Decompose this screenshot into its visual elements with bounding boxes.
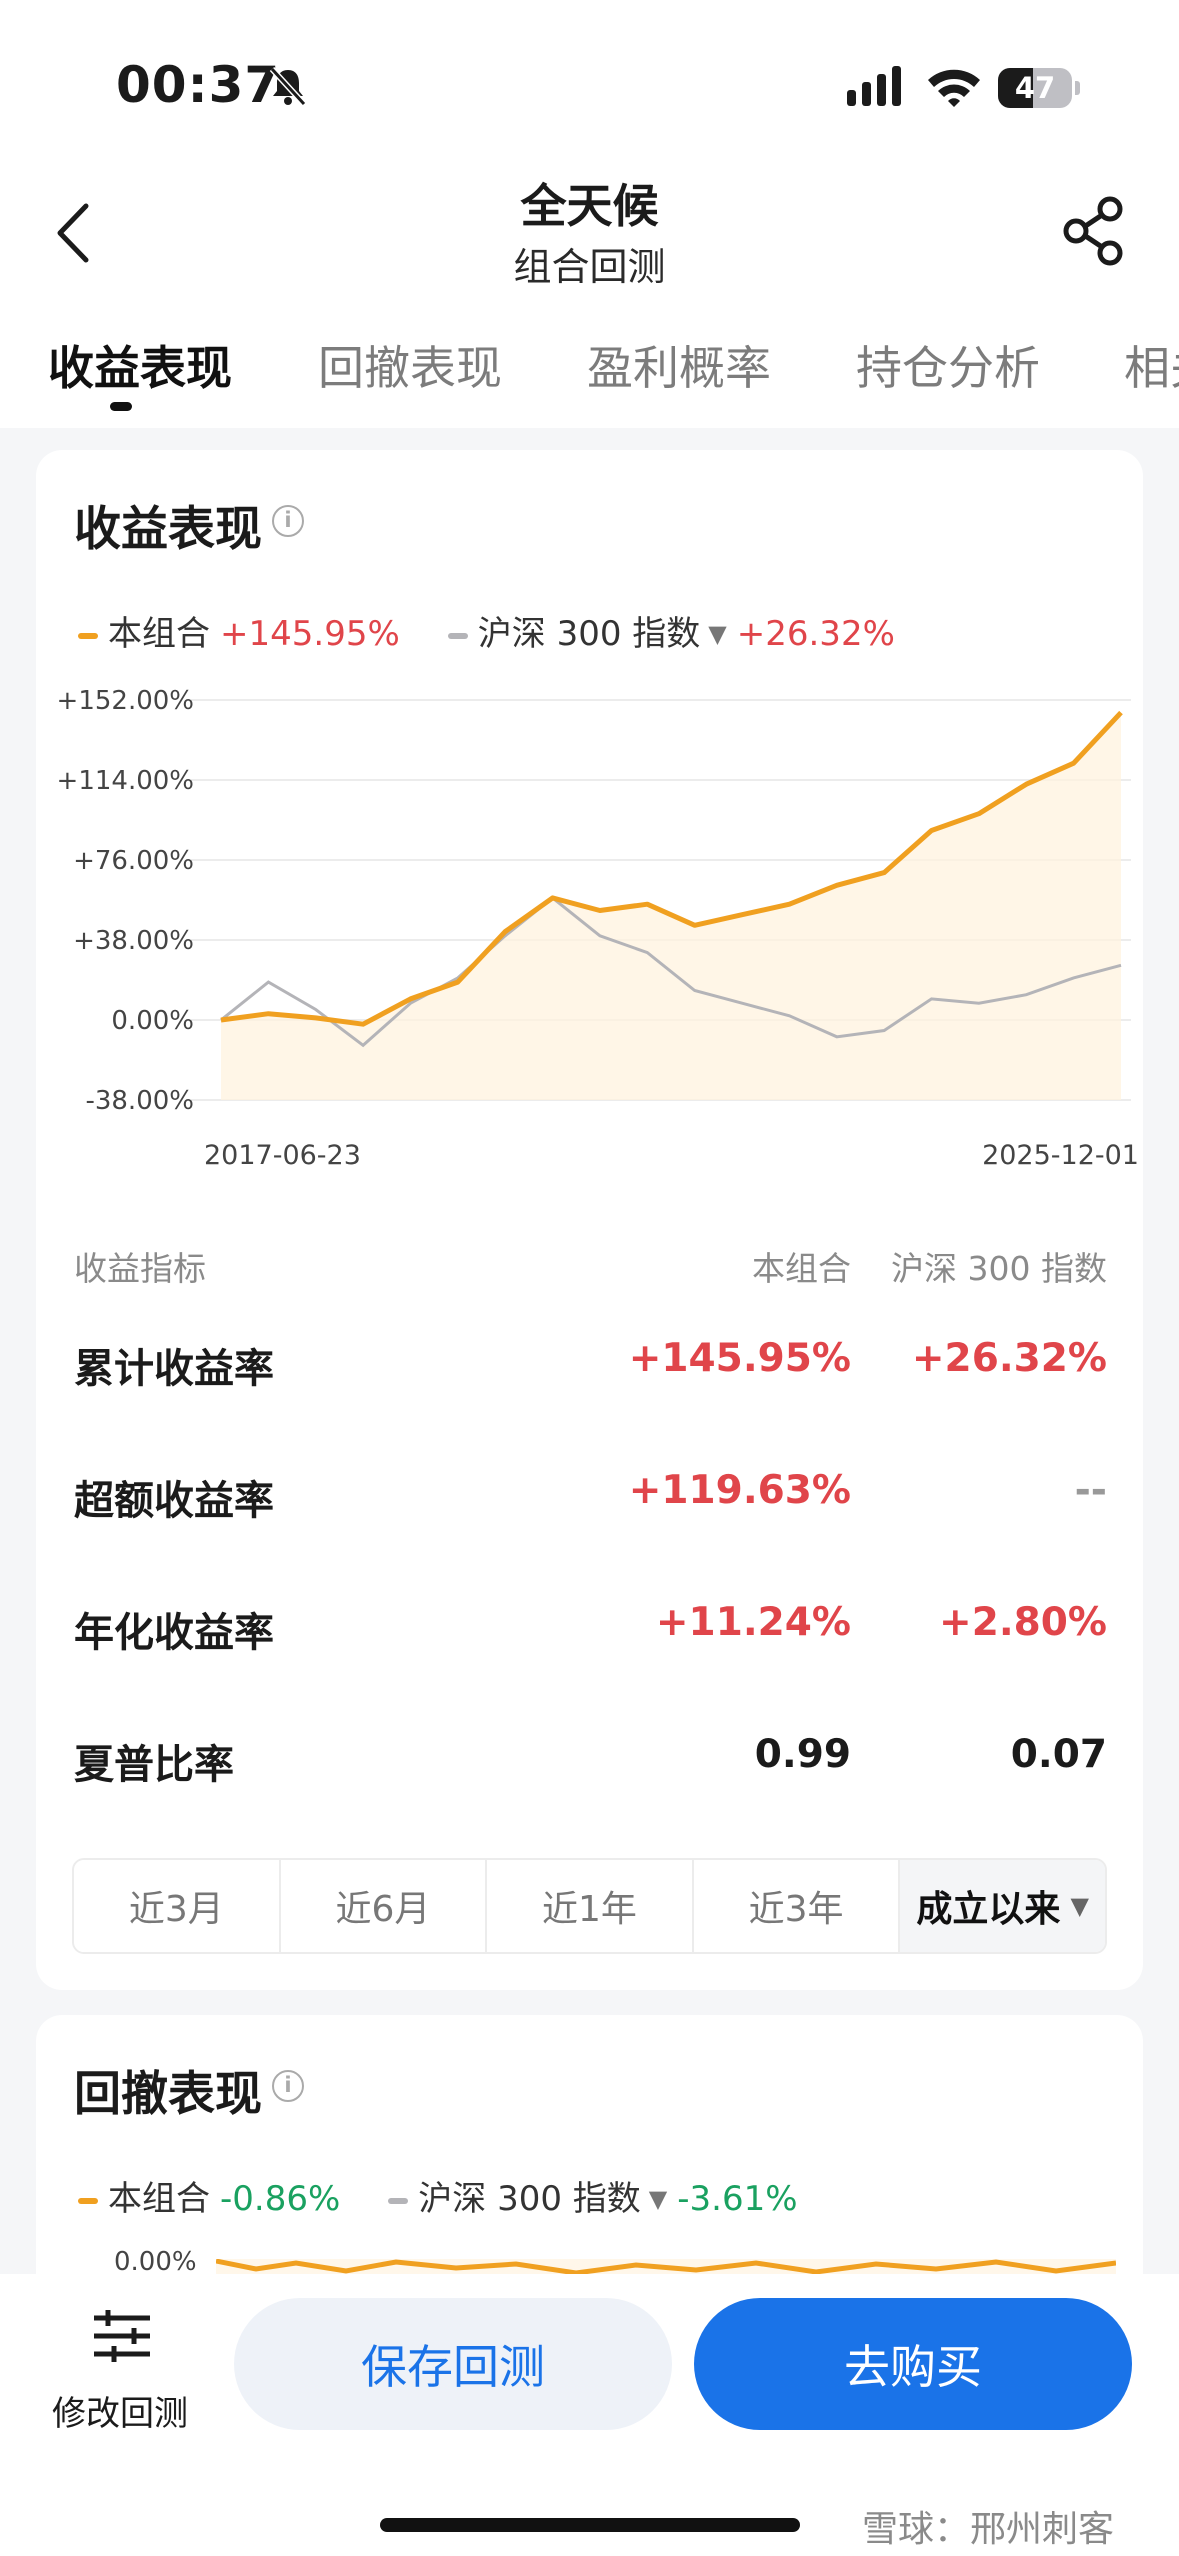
tab-bar: 收益表现 回撤表现 盈利概率 持仓分析 相关 — [0, 310, 1179, 428]
tab-holdings[interactable]: 持仓分析 — [856, 332, 1040, 398]
nav-bar: 全天候 组合回测 — [0, 150, 1179, 310]
page-subtitle: 组合回测 — [513, 245, 666, 289]
status-time: 00:37 — [116, 56, 281, 114]
tab-drawdown[interactable]: 回撤表现 — [318, 332, 502, 398]
drawdown-legend: 本组合 -0.86% 沪深 300 指数 ▼ -3.61% — [78, 2171, 798, 2220]
period-selector: 近3月 近6月 近1年 近3年 成立以来 ▼ — [72, 1858, 1107, 1954]
metric-label: 超额收益率 — [74, 1478, 274, 1524]
returns-card-title: 收益表现 — [74, 502, 262, 557]
metric-label: 累计收益率 — [74, 1346, 274, 1392]
buy-button[interactable]: 去购买 — [694, 2298, 1132, 2430]
returns-legend: 本组合 +145.95% 沪深 300 指数 ▼ +26.32% — [78, 606, 895, 655]
y-tick-label: +152.00% — [57, 686, 194, 716]
drawdown-y-label: 0.00% — [114, 2247, 197, 2277]
returns-card: 收益表现 i 本组合 +145.95% 沪深 300 指数 ▼ +26.32% +152… — [36, 450, 1143, 1990]
metrics-header-label: 收益指标 — [74, 1249, 206, 1288]
x-tick-label: 2017-06-23 — [204, 1140, 361, 1171]
save-backtest-button[interactable]: 保存回测 — [234, 2298, 672, 2430]
metric-portfolio-value: +11.24% — [655, 1600, 851, 1645]
metrics-header-portfolio: 本组合 — [752, 1249, 851, 1288]
tab-returns[interactable]: 收益表现 — [48, 332, 232, 398]
watermark: 雪球：邢州刺客 — [862, 2509, 1115, 2550]
metric-row-sharpe: 夏普比率 0.99 0.07 — [36, 1718, 1143, 1798]
x-tick-label: 2025-12-01 — [982, 1140, 1139, 1171]
period-since-inception[interactable]: 成立以来 ▼ — [900, 1860, 1105, 1952]
metric-benchmark-value: +2.80% — [939, 1600, 1107, 1645]
legend-portfolio-name: 本组合 — [108, 614, 210, 654]
metric-portfolio-value: +119.63% — [628, 1468, 851, 1513]
metric-benchmark-value: +26.32% — [911, 1336, 1107, 1381]
metric-row-excess: 超额收益率 +119.63% -- — [36, 1454, 1143, 1534]
bell-muted-icon — [269, 66, 307, 107]
legend-portfolio-swatch — [78, 2197, 98, 2204]
info-icon[interactable]: i — [272, 2070, 304, 2102]
battery-indicator: 47 — [998, 68, 1080, 108]
returns-chart: +152.00% +114.00% +76.00% +38.00% 0.00% -38.0… — [57, 686, 1139, 1171]
metric-row-annualized: 年化收益率 +11.24% +2.80% — [36, 1586, 1143, 1666]
legend-portfolio-value: -0.86% — [220, 2179, 341, 2219]
sliders-icon[interactable] — [90, 2304, 154, 2368]
metric-row-cumulative: 累计收益率 +145.95% +26.32% — [36, 1322, 1143, 1402]
wifi-icon — [928, 69, 980, 107]
info-icon[interactable]: i — [272, 505, 304, 537]
period-label: 近3月 — [128, 1889, 224, 1930]
portfolio-area-fill — [221, 712, 1121, 1100]
metric-benchmark-value: -- — [1074, 1468, 1107, 1513]
legend-portfolio-name: 本组合 — [108, 2179, 210, 2219]
tab-win-probability[interactable]: 盈利概率 — [587, 332, 771, 398]
drawdown-card: 回撤表现 i 本组合 -0.86% 沪深 300 指数 ▼ -3.61% 0.00% — [36, 2015, 1143, 2315]
metric-portfolio-value: 0.99 — [754, 1732, 851, 1777]
y-tick-label: 0.00% — [111, 1006, 194, 1036]
period-3m[interactable]: 近3月 — [74, 1860, 281, 1952]
cellular-signal-icon — [847, 66, 901, 106]
legend-benchmark-swatch — [447, 632, 468, 639]
battery-percent: 47 — [1014, 71, 1056, 105]
period-1y[interactable]: 近1年 — [487, 1860, 694, 1952]
legend-portfolio-value: +145.95% — [220, 614, 400, 654]
home-indicator — [380, 2518, 800, 2532]
metrics-header-benchmark: 沪深 300 指数 — [891, 1249, 1107, 1288]
metric-portfolio-value: +145.95% — [628, 1336, 851, 1381]
battery-cap — [1075, 81, 1080, 95]
y-tick-label: +38.00% — [73, 926, 194, 956]
share-icon[interactable] — [1058, 194, 1128, 268]
legend-benchmark-value: -3.61% — [677, 2179, 798, 2219]
period-6m[interactable]: 近6月 — [280, 1860, 488, 1952]
legend-benchmark-value: +26.32% — [736, 614, 895, 654]
y-tick-label: +76.00% — [73, 846, 194, 876]
period-dropdown-icon[interactable]: ▼ — [1070, 1892, 1088, 1920]
legend-benchmark-name[interactable]: 沪深 300 指数 — [418, 2179, 641, 2219]
y-tick-label: +114.00% — [57, 766, 194, 796]
drawdown-card-title: 回撤表现 — [74, 2067, 262, 2122]
legend-benchmark-swatch — [388, 2197, 409, 2204]
page-title: 全天候 — [520, 179, 659, 233]
metric-benchmark-value: 0.07 — [1010, 1732, 1107, 1777]
benchmark-dropdown-icon[interactable]: ▼ — [649, 2185, 667, 2213]
benchmark-dropdown-icon[interactable]: ▼ — [708, 620, 726, 648]
period-label: 成立以来 — [916, 1889, 1061, 1930]
tab-correlation[interactable]: 相关 — [1124, 332, 1179, 398]
bottom-action-bar: 修改回测 保存回测 去购买 雪球：邢州刺客 — [0, 2274, 1179, 2556]
legend-portfolio-swatch — [78, 632, 98, 639]
period-label: 近6月 — [335, 1889, 431, 1930]
edit-backtest-label[interactable]: 修改回测 — [52, 2386, 188, 2435]
y-tick-label: -38.00% — [85, 1086, 194, 1116]
legend-benchmark-name[interactable]: 沪深 300 指数 — [478, 614, 701, 654]
status-bar: 00:37 47 — [0, 0, 1179, 150]
tab-active-indicator — [110, 402, 132, 411]
metric-label: 夏普比率 — [74, 1742, 234, 1788]
period-label: 近3年 — [748, 1889, 844, 1930]
period-label: 近1年 — [542, 1889, 637, 1930]
period-3y[interactable]: 近3年 — [693, 1860, 901, 1952]
metric-label: 年化收益率 — [74, 1610, 274, 1656]
